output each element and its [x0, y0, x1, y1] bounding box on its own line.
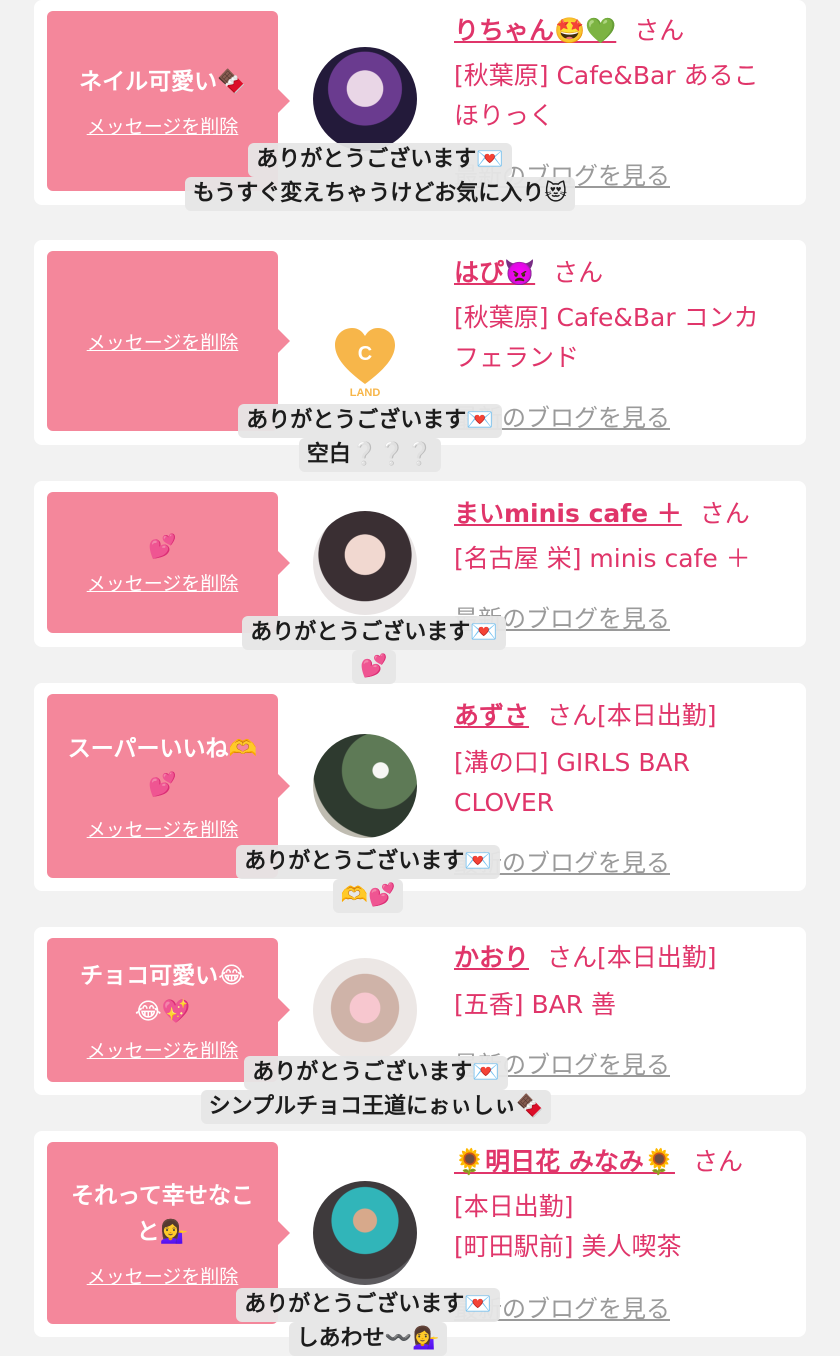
overlay-caption: ありがとうございます💌 空白❔❔❔ [214, 404, 526, 472]
shop-name: [秋葉原] Cafe&Bar コンカ フェランド [454, 303, 759, 372]
message-text: スーパーいいね🫶 💕 [67, 735, 258, 798]
overlay-caption: ありがとうございます💌 しあわせ〰️💁‍♀️ [206, 1288, 530, 1356]
cast-name-link[interactable]: はぴ👿 [454, 258, 535, 287]
delete-message-link[interactable]: メッセージを削除 [87, 112, 239, 139]
name-row: はぴ👿 さん [454, 256, 603, 290]
caption-line: シンプルチョコ王道にぉぃしぃ🍫 [200, 1090, 552, 1124]
name-row: まいminis cafe ＋ さん [454, 497, 750, 531]
message-text: 💕 [148, 534, 177, 560]
logo-word: LAND [350, 387, 381, 398]
shop-logo-icon: C LAND [335, 328, 395, 398]
cast-name-link[interactable]: まいminis cafe ＋ [454, 499, 682, 528]
avatar[interactable] [313, 734, 417, 838]
message-text: それって幸せなこ と💁‍♀️ [71, 1182, 254, 1245]
name-row: かおり さん[本日出勤] [454, 941, 717, 975]
honorific: さん [553, 258, 604, 287]
shop-name: [五香] BAR 善 [454, 990, 617, 1019]
delete-message-link[interactable]: メッセージを削除 [87, 569, 239, 596]
caption-line: ありがとうございます💌 [244, 1056, 508, 1090]
logo-letter: C [358, 343, 372, 365]
cast-name-link[interactable]: かおり [454, 943, 529, 972]
overlay-caption: ありがとうございます💌 🫶💕 [210, 845, 526, 913]
message-bubble: 💕 メッセージを削除 [47, 492, 290, 633]
message-text: チョコ可愛い😂 😂💖 [80, 962, 245, 1025]
caption-line: ありがとうございます💌 [236, 1288, 500, 1322]
caption-line: 空白❔❔❔ [298, 438, 442, 472]
caption-line: しあわせ〰️💁‍♀️ [288, 1322, 448, 1356]
delete-message-link[interactable]: メッセージを削除 [87, 328, 239, 355]
avatar[interactable] [313, 1181, 417, 1285]
caption-line: 💕 [352, 650, 396, 684]
cast-name-link[interactable]: あずさ [454, 701, 529, 730]
shop-name: [秋葉原] Cafe&Bar あるこ ほりっく [454, 61, 759, 130]
avatar[interactable] [313, 958, 417, 1062]
name-row: りちゃん🤩💚 さん [454, 14, 684, 48]
avatar[interactable]: C LAND [313, 308, 417, 412]
delete-message-link[interactable]: メッセージを削除 [87, 1262, 239, 1289]
message-list: ネイル可愛い🍫 メッセージを削除 りちゃん🤩💚 さん [秋葉原] Cafe&Bar… [0, 0, 840, 1356]
honorific: さん[本日出勤] [547, 701, 717, 730]
caption-line: ありがとうございます💌 [248, 143, 512, 177]
message-text: ネイル可愛い🍫 [79, 68, 246, 95]
shop-name: [溝の口] GIRLS BAR CLOVER [454, 748, 690, 817]
honorific: さん[本日出勤] [547, 943, 717, 972]
name-row: あずさ さん[本日出勤] [454, 699, 717, 733]
avatar[interactable] [313, 47, 417, 151]
avatar[interactable] [313, 511, 417, 615]
caption-line: もうすぐ変えちゃうけどお気に入り😻 [184, 177, 576, 211]
caption-line: ありがとうございます💌 [242, 616, 506, 650]
caption-line: 🫶💕 [332, 879, 404, 913]
cast-name-link[interactable]: りちゃん🤩💚 [454, 16, 616, 45]
cast-name-link[interactable]: 🌻明日花 みなみ🌻 [454, 1147, 675, 1176]
honorific: さん [634, 16, 685, 45]
honorific: さん [699, 499, 750, 528]
honorific: さん [692, 1147, 743, 1176]
overlay-caption: ありがとうございます💌 もうすぐ変えちゃうけどお気に入り😻 [146, 143, 614, 211]
overlay-caption: ありがとうございます💌 💕 [216, 616, 532, 684]
caption-line: ありがとうございます💌 [236, 845, 500, 879]
shop-name: [本日出勤] [町田駅前] 美人喫茶 [454, 1192, 682, 1261]
caption-line: ありがとうございます💌 [238, 404, 502, 438]
delete-message-link[interactable]: メッセージを削除 [87, 815, 239, 842]
name-row: 🌻明日花 みなみ🌻 さん [454, 1145, 743, 1179]
shop-name: [名古屋 栄] minis cafe ＋ [454, 544, 751, 573]
overlay-caption: ありがとうございます💌 シンプルチョコ王道にぉぃしぃ🍫 [166, 1056, 586, 1124]
